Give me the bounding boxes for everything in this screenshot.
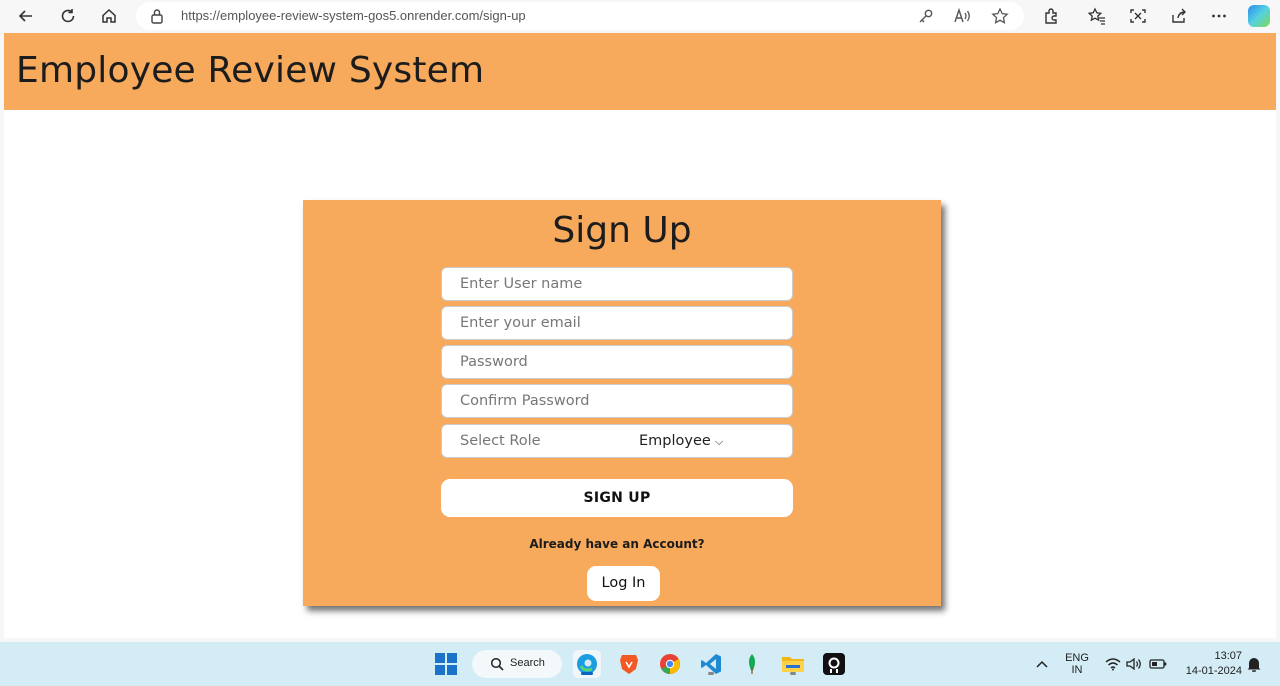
search-icon xyxy=(490,657,504,671)
search-label: Search xyxy=(510,657,545,669)
password-input[interactable] xyxy=(441,345,793,379)
edge-icon[interactable] xyxy=(573,650,601,678)
url-text[interactable]: https://employee-review-system-gos5.onre… xyxy=(181,8,526,23)
language-code: ENG xyxy=(1065,652,1089,664)
clock-date: 14-01-2024 xyxy=(1185,665,1242,677)
battery-icon[interactable] xyxy=(1144,650,1172,678)
browser-toolbar: https://employee-review-system-gos5.onre… xyxy=(0,0,1280,32)
sign-up-button[interactable]: SIGN UP xyxy=(441,479,793,517)
mongodb-icon[interactable] xyxy=(738,650,766,678)
region-code: IN xyxy=(1071,664,1083,676)
role-select[interactable]: Employee ⌵ xyxy=(639,425,723,458)
language-indicator[interactable]: ENG IN xyxy=(1060,652,1094,676)
email-input[interactable] xyxy=(441,306,793,340)
role-label: Select Role xyxy=(460,433,541,449)
signup-card: Sign Up Select Role Employee⌵ SIGN UP Al… xyxy=(303,200,941,606)
address-bar[interactable]: https://employee-review-system-gos5.onre… xyxy=(136,2,1024,30)
extensions-icon[interactable] xyxy=(1037,2,1065,30)
brave-icon[interactable] xyxy=(615,650,643,678)
site-header: Employee Review System xyxy=(4,33,1276,110)
confirm-password-input[interactable] xyxy=(441,384,793,418)
vscode-icon[interactable] xyxy=(697,650,725,678)
already-account-text: Already have an Account? xyxy=(529,537,705,551)
share-icon[interactable] xyxy=(1165,2,1193,30)
copilot-icon[interactable] xyxy=(1248,5,1270,27)
chevron-down-icon: ⌵ xyxy=(714,435,724,448)
read-aloud-icon[interactable] xyxy=(953,6,973,26)
refresh-icon[interactable] xyxy=(54,2,82,30)
page-viewport: Employee Review System Sign Up Select Ro… xyxy=(4,33,1276,638)
username-input[interactable] xyxy=(441,267,793,301)
log-in-button[interactable]: Log In xyxy=(587,566,660,601)
more-icon[interactable] xyxy=(1205,2,1233,30)
clock[interactable]: 13:07 14-01-2024 xyxy=(1178,650,1242,677)
running-indicator xyxy=(790,672,796,675)
taskbar-search[interactable]: Search xyxy=(472,650,562,678)
home-icon[interactable] xyxy=(95,2,123,30)
notification-icon[interactable] xyxy=(1240,650,1268,678)
active-indicator xyxy=(581,672,593,675)
lock-icon[interactable] xyxy=(150,8,164,28)
role-field: Select Role Employee ⌵ xyxy=(441,424,793,458)
favorite-star-icon[interactable] xyxy=(990,6,1010,26)
site-title: Employee Review System xyxy=(16,50,485,91)
tray-chevron-up-icon[interactable] xyxy=(1028,650,1056,678)
taskbar: Search ENG IN 13:07 14-01-2024 xyxy=(0,642,1280,686)
back-icon[interactable] xyxy=(12,2,40,30)
role-value: Employee xyxy=(639,433,711,449)
windows-start-icon[interactable] xyxy=(432,650,460,678)
chrome-icon[interactable] xyxy=(656,650,684,678)
form-title: Sign Up xyxy=(552,210,692,251)
key-icon[interactable] xyxy=(916,6,936,26)
clock-time: 13:07 xyxy=(1214,650,1242,662)
file-explorer-icon[interactable] xyxy=(779,650,807,678)
running-indicator xyxy=(708,672,714,675)
github-icon[interactable] xyxy=(820,650,848,678)
screenshot-icon[interactable] xyxy=(1124,2,1152,30)
favorites-icon[interactable] xyxy=(1083,2,1111,30)
